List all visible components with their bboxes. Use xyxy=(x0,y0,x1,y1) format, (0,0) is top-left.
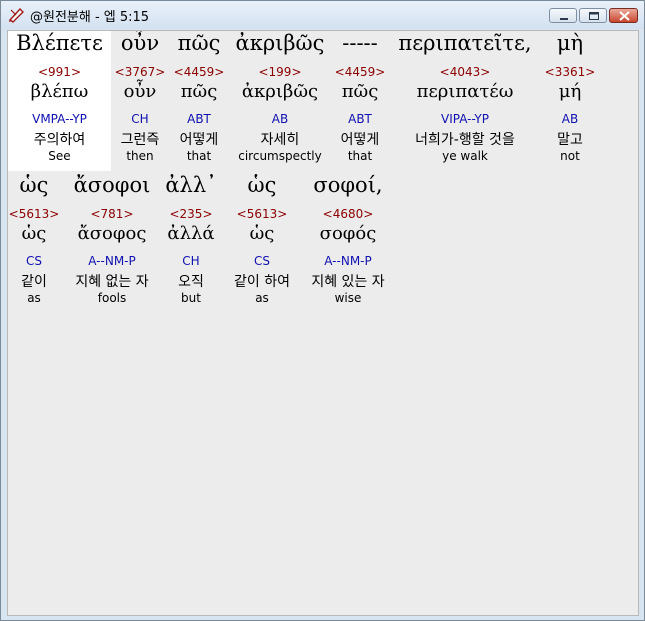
parsing-code[interactable]: CH xyxy=(164,254,218,268)
app-window: @원전분해 - 엡 5:15 Βλέπετε <991> βλέπω VMPA-… xyxy=(0,0,645,621)
english-gloss: but xyxy=(181,291,201,305)
app-icon xyxy=(7,6,25,24)
english-gloss: as xyxy=(27,291,41,305)
close-button[interactable] xyxy=(609,8,638,23)
word-block[interactable]: περιπατεῖτε, <4043> περιπατέω VIPA--YP 너… xyxy=(393,31,537,171)
english-gloss: not xyxy=(560,149,580,163)
parsing-code[interactable]: CH xyxy=(111,112,169,126)
strong-number[interactable]: <199> xyxy=(229,65,331,79)
strong-number[interactable]: <4680> xyxy=(302,207,394,221)
greek-word: μὴ xyxy=(556,31,584,55)
english-gloss: that xyxy=(186,149,212,163)
maximize-icon xyxy=(589,12,599,20)
greek-word: ὡς xyxy=(247,173,277,197)
parsing-code[interactable]: ABT xyxy=(169,112,229,126)
strong-number[interactable]: <781> xyxy=(60,207,164,221)
greek-word: πῶς xyxy=(177,31,221,55)
english-gloss: wise xyxy=(334,291,362,305)
strong-number[interactable]: <5613> xyxy=(224,207,300,221)
korean-gloss: 어떻게 xyxy=(179,132,219,148)
english-gloss: then xyxy=(126,149,154,163)
english-gloss: ye walk xyxy=(442,149,488,163)
strong-number[interactable]: <4459> xyxy=(169,65,229,79)
lemma: ἀκριβῶς xyxy=(241,81,319,102)
korean-gloss: 같이 xyxy=(21,274,47,290)
strong-number[interactable]: <4459> xyxy=(331,65,389,79)
greek-word: ----- xyxy=(342,31,378,55)
strong-number[interactable]: <4043> xyxy=(393,65,537,79)
minimize-button[interactable] xyxy=(549,8,577,23)
korean-gloss: 같이 하여 xyxy=(234,274,290,290)
english-gloss: See xyxy=(48,149,71,163)
word-block[interactable]: ἀλλ᾽ <235> ἀλλά CH 오직 but xyxy=(164,173,218,313)
lemma: περιπατέω xyxy=(416,81,514,102)
parsing-code[interactable]: AB xyxy=(229,112,331,126)
lemma: σοφός xyxy=(319,223,377,244)
minimize-icon xyxy=(560,18,568,20)
parsing-code[interactable]: CS xyxy=(8,254,60,268)
strong-number[interactable]: <5613> xyxy=(8,207,60,221)
greek-word: ἀκριβῶς xyxy=(235,31,325,55)
korean-gloss: 자세히 xyxy=(260,132,300,148)
parsing-code[interactable]: VMPA--YP xyxy=(8,112,111,126)
parsing-code[interactable]: AB xyxy=(541,112,599,126)
word-block[interactable]: ὡς <5613> ὡς CS 같이 하여 as xyxy=(224,173,300,313)
greek-word: Βλέπετε xyxy=(16,31,103,55)
english-gloss: circumspectly xyxy=(238,149,322,163)
english-gloss: that xyxy=(347,149,373,163)
title-bar[interactable]: @원전분해 - 엡 5:15 xyxy=(1,1,644,29)
lemma: πῶς xyxy=(341,81,379,102)
word-block[interactable]: Βλέπετε <991> βλέπω VMPA--YP 주의하여 See xyxy=(8,31,111,171)
window-title: @원전분해 - 엡 5:15 xyxy=(30,10,150,25)
lemma: ὡς xyxy=(249,223,275,244)
korean-gloss: 너희가-행할 것을 xyxy=(415,132,515,148)
strong-number[interactable]: <3767> xyxy=(111,65,169,79)
lemma: βλέπω xyxy=(30,81,89,102)
strong-number[interactable]: <3361> xyxy=(541,65,599,79)
greek-word: σοφοί, xyxy=(313,173,383,197)
word-block[interactable]: οὖν <3767> οὖν CH 그런즉 then xyxy=(111,31,169,171)
lemma: ἀλλά xyxy=(167,223,215,244)
word-block[interactable]: σοφοί, <4680> σοφός A--NM-P 지혜 있는 자 wise xyxy=(302,173,394,313)
word-block[interactable]: πῶς <4459> πῶς ABT 어떻게 that xyxy=(169,31,229,171)
greek-word: ἄσοφοι xyxy=(73,173,151,197)
maximize-button[interactable] xyxy=(579,8,607,23)
korean-gloss: 지혜 없는 자 xyxy=(75,274,149,290)
lemma: μή xyxy=(558,81,582,102)
word-block[interactable]: ὡς <5613> ὡς CS 같이 as xyxy=(8,173,60,313)
parsing-code[interactable]: CS xyxy=(224,254,300,268)
word-block[interactable]: μὴ <3361> μή AB 말고 not xyxy=(541,31,599,171)
korean-gloss: 말고 xyxy=(557,132,583,148)
lemma: ἄσοφος xyxy=(77,223,147,244)
greek-word: περιπατεῖτε, xyxy=(398,31,532,55)
strong-number[interactable]: <991> xyxy=(8,65,111,79)
lemma: οὖν xyxy=(123,81,157,102)
close-icon xyxy=(619,11,630,21)
korean-gloss: 오직 xyxy=(178,274,204,290)
word-block[interactable]: ἀκριβῶς <199> ἀκριβῶς AB 자세히 circumspect… xyxy=(229,31,331,171)
lemma: πῶς xyxy=(180,81,218,102)
korean-gloss: 어떻게 xyxy=(340,132,380,148)
greek-word: ἀλλ᾽ xyxy=(165,173,217,197)
interlinear-view: Βλέπετε <991> βλέπω VMPA--YP 주의하여 See οὖ… xyxy=(7,30,639,616)
english-gloss: fools xyxy=(97,291,127,305)
parsing-code[interactable]: ABT xyxy=(331,112,389,126)
parsing-code[interactable]: VIPA--YP xyxy=(393,112,537,126)
english-gloss: as xyxy=(255,291,269,305)
korean-gloss: 그런즉 xyxy=(120,132,160,148)
word-block[interactable]: ----- <4459> πῶς ABT 어떻게 that xyxy=(331,31,389,171)
greek-word: ὡς xyxy=(19,173,49,197)
word-block[interactable]: ἄσοφοι <781> ἄσοφος A--NM-P 지혜 없는 자 fool… xyxy=(60,173,164,313)
korean-gloss: 지혜 있는 자 xyxy=(311,274,385,290)
parsing-code[interactable]: A--NM-P xyxy=(60,254,164,268)
strong-number[interactable]: <235> xyxy=(164,207,218,221)
greek-word: οὖν xyxy=(120,31,160,55)
lemma: ὡς xyxy=(21,223,47,244)
korean-gloss: 주의하여 xyxy=(33,132,86,148)
parsing-code[interactable]: A--NM-P xyxy=(302,254,394,268)
